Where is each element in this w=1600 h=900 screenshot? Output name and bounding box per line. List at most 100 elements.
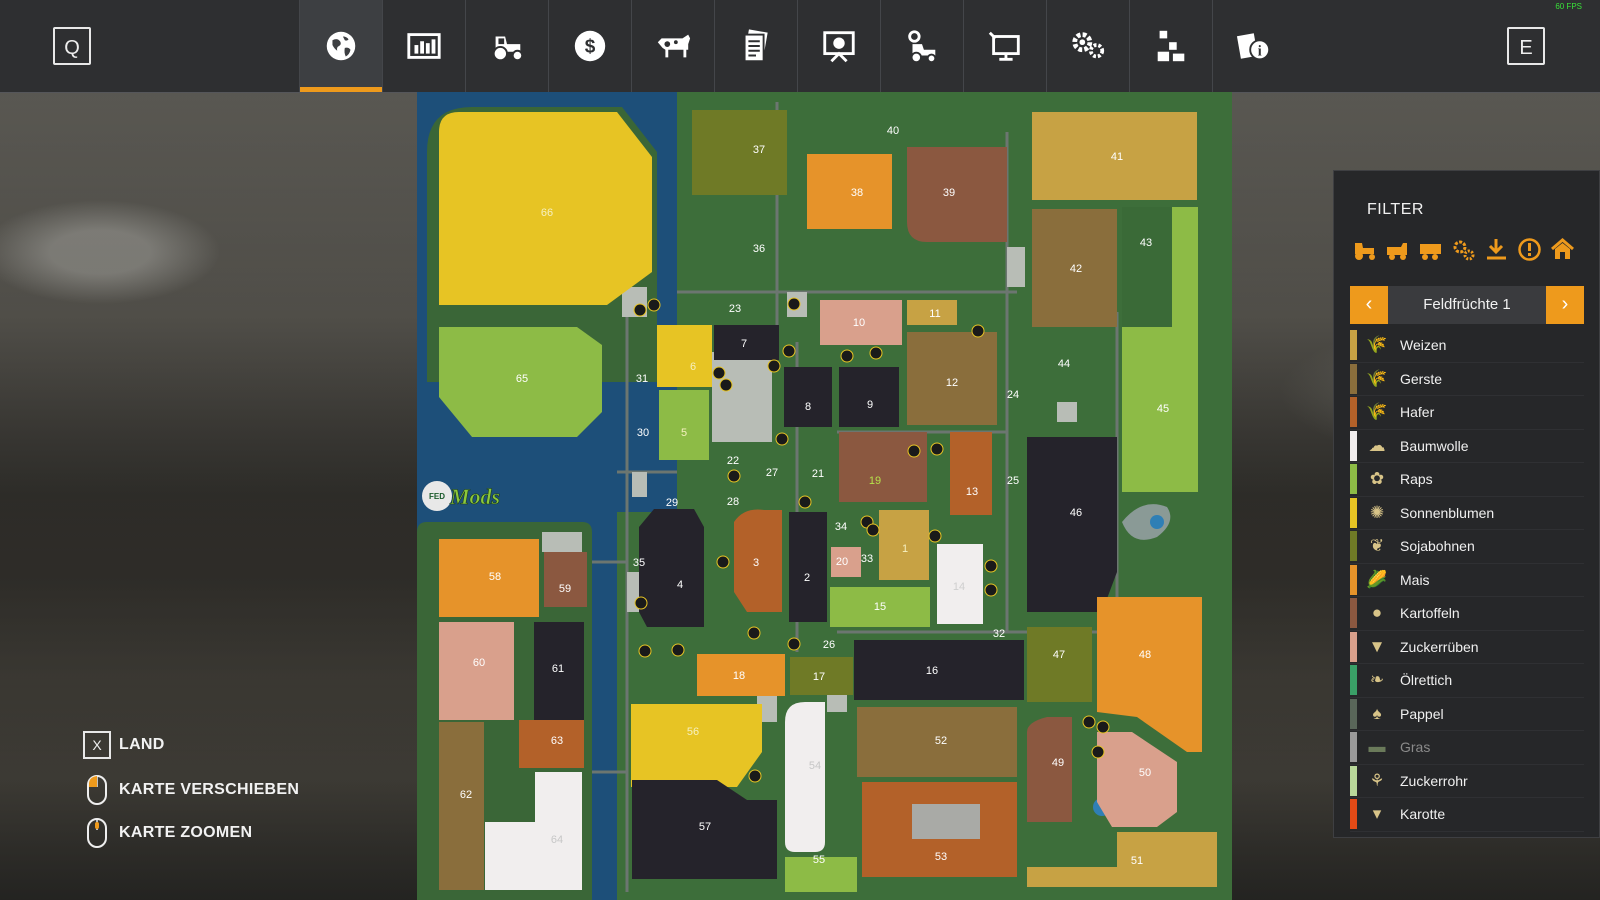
field-62[interactable] (439, 722, 484, 890)
tab-animals[interactable] (631, 0, 714, 92)
tab-settings[interactable] (1046, 0, 1129, 92)
building-53 (912, 804, 980, 839)
field-5[interactable] (659, 390, 709, 460)
crop-label: Sonnenblumen (1400, 504, 1495, 521)
crop-filter-item[interactable]: ⚘ Zuckerrohr (1350, 765, 1584, 798)
field-6[interactable] (657, 325, 712, 387)
farm-map[interactable]: FED Mods 666537 4038 39 413642 432310 117… (417, 92, 1232, 900)
crop-label: Sojabohnen (1400, 538, 1475, 555)
field-59[interactable] (544, 552, 587, 607)
crop-filter-item[interactable]: ✿ Raps (1350, 463, 1584, 497)
field-4[interactable] (639, 509, 704, 627)
trailer-icon[interactable] (1418, 237, 1443, 262)
contracts-icon (743, 29, 768, 63)
svg-text:61: 61 (552, 663, 564, 675)
poplar-icon: ♠ (1372, 703, 1382, 723)
top-menu-bar: Q $ i E 60 FPS (0, 0, 1600, 93)
field-39[interactable] (907, 147, 1007, 242)
tab-multiplayer[interactable] (963, 0, 1046, 92)
tab-contracts[interactable] (714, 0, 797, 92)
svg-text:66: 66 (541, 207, 553, 219)
download-icon[interactable] (1484, 237, 1509, 262)
field-2[interactable] (789, 512, 827, 622)
cow-icon (657, 34, 691, 58)
tractor-icon[interactable] (1352, 237, 1377, 262)
home-icon[interactable] (1550, 237, 1575, 262)
crop-filter-item[interactable]: ❧ Ölrettich (1350, 664, 1584, 698)
presentation-icon (823, 31, 855, 63)
next-page-key-e[interactable]: E (1507, 27, 1545, 65)
crop-filter-item[interactable]: ▼ Zuckerrüben (1350, 631, 1584, 664)
field-49[interactable] (1027, 717, 1072, 822)
crop-filter-item[interactable]: 🌾 Weizen (1350, 329, 1584, 363)
crop-label: Pappel (1400, 705, 1444, 722)
field-60[interactable] (439, 622, 514, 720)
crop-filter-item[interactable]: ☁ Baumwolle (1350, 430, 1584, 463)
gears-icon[interactable] (1451, 237, 1476, 262)
crop-filter-item[interactable]: ▬ Gras (1350, 731, 1584, 765)
warning-icon[interactable] (1517, 237, 1542, 262)
control-move-map[interactable]: KARTE VERSCHIEBEN (83, 775, 299, 805)
svg-text:53: 53 (935, 851, 947, 863)
crop-color-swatch (1350, 464, 1357, 495)
harvester-icon[interactable] (1385, 237, 1410, 262)
svg-text:21: 21 (812, 468, 824, 480)
svg-text:65: 65 (516, 373, 528, 385)
tab-vehicles[interactable] (465, 0, 548, 92)
crop-filter-item[interactable]: ❦ Sojabohnen (1350, 530, 1584, 564)
crop-label: Weizen (1400, 337, 1447, 354)
crop-label: Gerste (1400, 370, 1443, 387)
field-9[interactable] (839, 367, 899, 427)
svg-text:17: 17 (813, 671, 825, 683)
tab-map[interactable] (299, 0, 382, 92)
field-47[interactable] (1027, 627, 1092, 702)
field-19[interactable] (839, 432, 927, 502)
tab-help[interactable]: i (1212, 0, 1295, 92)
crop-filter-item[interactable]: ▾ Karotte (1350, 798, 1584, 832)
previous-page-key-q[interactable]: Q (53, 27, 91, 65)
crop-color-swatch (1350, 765, 1357, 796)
svg-text:9: 9 (867, 399, 873, 411)
tab-statistics[interactable] (382, 0, 465, 92)
svg-text:43: 43 (1140, 237, 1152, 249)
gear-icon (1072, 32, 1105, 59)
field-46[interactable] (1027, 437, 1117, 612)
svg-text:4: 4 (677, 579, 683, 591)
svg-text:56: 56 (687, 726, 699, 738)
crop-color-swatch (1350, 397, 1357, 428)
svg-text:6: 6 (690, 361, 696, 373)
svg-text:28: 28 (727, 496, 739, 508)
crop-color-swatch (1350, 799, 1357, 830)
svg-text:38: 38 (851, 187, 863, 199)
selector-prev-button[interactable]: ‹ (1350, 286, 1388, 324)
crop-color-swatch (1350, 598, 1357, 629)
field-43[interactable] (1122, 207, 1172, 327)
tab-controls[interactable] (1129, 0, 1212, 92)
crop-filter-item[interactable]: 🌽 Mais (1350, 564, 1584, 597)
tab-finances[interactable]: $ (548, 0, 631, 92)
selector-next-button[interactable]: › (1546, 286, 1584, 324)
field-37[interactable] (692, 110, 787, 195)
field-13[interactable] (950, 432, 992, 515)
crop-filter-item[interactable]: 🌾 Gerste (1350, 363, 1584, 396)
tab-production[interactable] (880, 0, 963, 92)
field-54[interactable] (785, 702, 825, 852)
mouse-wheel-icon (87, 818, 107, 848)
crop-filter-item[interactable]: ● Kartoffeln (1350, 597, 1584, 631)
field-16[interactable] (854, 640, 1024, 700)
field-38[interactable] (807, 154, 892, 229)
potato-icon: ● (1371, 603, 1383, 623)
info-icon: i (1236, 33, 1271, 61)
tab-tutorial[interactable] (797, 0, 880, 92)
field-56[interactable] (631, 704, 762, 787)
crop-color-swatch (1350, 330, 1357, 361)
svg-text:7: 7 (741, 338, 747, 350)
svg-text:20: 20 (836, 556, 848, 568)
control-zoom-map[interactable]: KARTE ZOOMEN (83, 818, 252, 848)
crop-filter-item[interactable]: ♠ Pappel (1350, 698, 1584, 731)
control-land[interactable]: X LAND (83, 731, 165, 759)
crop-filter-item[interactable]: 🌾 Hafer (1350, 396, 1584, 430)
crop-label: Zuckerrohr (1400, 772, 1468, 789)
crop-filter-item[interactable]: ✺ Sonnenblumen (1350, 497, 1584, 530)
field-8[interactable] (784, 367, 832, 427)
